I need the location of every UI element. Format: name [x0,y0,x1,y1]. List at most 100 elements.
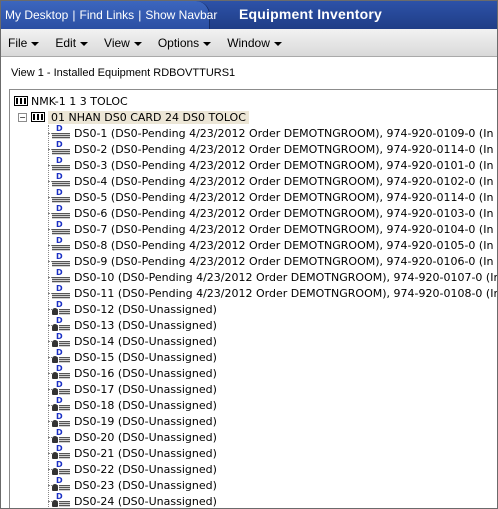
menu-options[interactable]: Options [157,35,212,50]
menu-file-label: File [8,35,28,50]
tree-channel-label: DS0-7 (DS0-Pending 4/23/2012 Order DEMOT… [74,222,498,236]
card-icon [31,112,45,122]
tree-channel-label: DS0-22 (DS0-Unassigned) [74,462,217,476]
tree-channel-label: DS0-3 (DS0-Pending 4/23/2012 Order DEMOT… [74,158,498,172]
ds0-unassigned-icon: D [52,460,70,476]
ds0-unassigned-icon: D [52,300,70,316]
chevron-down-icon [31,41,40,46]
ds0-pending-icon: D [52,236,70,252]
tree-channel-label: DS0-18 (DS0-Unassigned) [74,398,217,412]
ds0-pending-icon: D [52,188,70,204]
ds0-pending-icon: D [52,140,70,156]
ds0-unassigned-icon: D [52,348,70,364]
tree-channel-node[interactable]: D DS0-7 (DS0-Pending 4/23/2012 Order DEMO… [52,220,498,237]
nav-separator: | [72,8,76,22]
tree-channel-node[interactable]: D DS0-3 (DS0-Pending 4/23/2012 Order DEMO… [52,156,498,173]
tree-channel-node[interactable]: D DS0-17 (DS0-Unassigned) [52,380,217,397]
header-bar: My Desktop | Find Links | Show Navbar Eq… [1,1,497,29]
tree-channel-label: DS0-4 (DS0-Pending 4/23/2012 Order DEMOT… [74,174,498,188]
ds0-pending-icon: D [52,204,70,220]
ds0-pending-icon: D [52,268,70,284]
menu-window-label: Window [227,35,270,50]
chevron-down-icon [133,41,142,46]
ds0-unassigned-icon: D [52,332,70,348]
menu-edit-label: Edit [55,35,77,50]
menu-file[interactable]: File [8,35,40,50]
tree-channel-label: DS0-24 (DS0-Unassigned) [74,494,217,508]
tree-channel-node[interactable]: D DS0-19 (DS0-Unassigned) [52,412,217,429]
tree-card-label: 01 NHAN DS0 CARD 24 DS0 TOLOC [48,110,249,124]
chevron-down-icon [273,41,282,46]
tree-channel-node[interactable]: D DS0-9 (DS0-Pending 4/23/2012 Order DEMO… [52,252,498,269]
tree-channel-node[interactable]: D DS0-22 (DS0-Unassigned) [52,460,217,477]
tree-channel-label: DS0-1 (DS0-Pending 4/23/2012 Order DEMOT… [74,126,498,140]
tree-channel-label: DS0-21 (DS0-Unassigned) [74,446,217,460]
tree-channel-node[interactable]: D DS0-20 (DS0-Unassigned) [52,428,217,445]
tree-channel-label: DS0-11 (DS0-Pending 4/23/2012 Order DEMO… [74,286,497,300]
menu-view[interactable]: View [104,36,142,50]
menu-edit[interactable]: Edit [55,35,89,50]
tree-channel-label: DS0-2 (DS0-Pending 4/23/2012 Order DEMOT… [74,142,498,156]
nav-separator: | [138,8,142,22]
ds0-unassigned-icon: D [52,444,70,460]
tree-channel-node[interactable]: D DS0-1 (DS0-Pending 4/23/2012 Order DEMO… [52,124,498,141]
tree-channel-node[interactable]: D DS0-24 (DS0-Unassigned) [52,492,217,508]
tree-channel-node[interactable]: D DS0-12 (DS0-Unassigned) [52,300,217,317]
tree-root-label: NMK-1 1 3 TOLOC [31,94,128,108]
tree-channel-node[interactable]: D DS0-5 (DS0-Pending 4/23/2012 Order DEMO… [52,188,498,205]
tree-channel-node[interactable]: D DS0-2 (DS0-Pending 4/23/2012 Order DEMO… [52,140,498,157]
tree-line [48,125,49,508]
app-window: My Desktop | Find Links | Show Navbar Eq… [0,0,498,509]
ds0-pending-icon: D [52,220,70,236]
ds0-pending-icon: D [52,124,70,140]
app-title: Equipment Inventory [239,6,383,22]
tree-channel-label: DS0-6 (DS0-Pending 4/23/2012 Order DEMOT… [74,206,498,220]
menu-window[interactable]: Window [227,36,282,50]
show-navbar-link[interactable]: Show Navbar [145,8,217,22]
rack-icon [14,96,28,106]
tree-channel-label: DS0-14 (DS0-Unassigned) [74,334,217,348]
collapse-icon[interactable]: − [18,112,27,122]
tree-channel-node[interactable]: D DS0-18 (DS0-Unassigned) [52,396,217,413]
tree-channel-node[interactable]: D DS0-4 (DS0-Pending 4/23/2012 Order DEMO… [52,172,498,189]
tree-channel-node[interactable]: D DS0-6 (DS0-Pending 4/23/2012 Order DEMO… [52,204,498,221]
ds0-pending-icon: D [52,172,70,188]
equipment-tree: NMK-1 1 3 TOLOC − 01 NHAN DS0 CARD 24 DS… [9,89,498,508]
menu-options-label: Options [157,35,200,50]
ds0-unassigned-icon: D [52,396,70,412]
tree-channel-label: DS0-8 (DS0-Pending 4/23/2012 Order DEMOT… [74,238,498,252]
tree-channel-label: DS0-16 (DS0-Unassigned) [74,366,217,380]
tree-card-node[interactable]: − 01 NHAN DS0 CARD 24 DS0 TOLOC [18,109,249,125]
tree-channel-label: DS0-9 (DS0-Pending 4/23/2012 Order DEMOT… [74,254,498,268]
tree-channel-node[interactable]: D DS0-15 (DS0-Unassigned) [52,348,217,365]
tree-channel-label: DS0-10 (DS0-Pending 4/23/2012 Order DEMO… [74,270,497,284]
ds0-unassigned-icon: D [52,364,70,380]
tree-channel-label: DS0-5 (DS0-Pending 4/23/2012 Order DEMOT… [74,190,498,204]
nav-links: My Desktop | Find Links | Show Navbar [1,1,217,29]
find-links-link[interactable]: Find Links [79,8,134,22]
tree-channel-label: DS0-12 (DS0-Unassigned) [74,302,217,316]
tree-channel-node[interactable]: D DS0-23 (DS0-Unassigned) [52,476,217,493]
tree-channel-node[interactable]: D DS0-14 (DS0-Unassigned) [52,332,217,349]
ds0-unassigned-icon: D [52,412,70,428]
tree-channel-node[interactable]: D DS0-16 (DS0-Unassigned) [52,364,217,381]
tree-channel-label: DS0-20 (DS0-Unassigned) [74,430,217,444]
ds0-pending-icon: D [52,156,70,172]
tree-channel-node[interactable]: D DS0-13 (DS0-Unassigned) [52,316,217,333]
tree-channel-node[interactable]: D DS0-8 (DS0-Pending 4/23/2012 Order DEMO… [52,236,498,253]
ds0-pending-icon: D [52,284,70,300]
tree-channel-label: DS0-23 (DS0-Unassigned) [74,478,217,492]
ds0-unassigned-icon: D [52,316,70,332]
ds0-unassigned-icon: D [52,380,70,396]
chevron-down-icon [203,41,212,46]
tree-channel-label: DS0-19 (DS0-Unassigned) [74,414,217,428]
tree-root-node[interactable]: NMK-1 1 3 TOLOC [14,93,128,109]
ds0-unassigned-icon: D [52,428,70,444]
tree-channel-label: DS0-13 (DS0-Unassigned) [74,318,217,332]
tree-channel-node[interactable]: D DS0-21 (DS0-Unassigned) [52,444,217,461]
my-desktop-link[interactable]: My Desktop [5,8,68,22]
chevron-down-icon [80,41,89,46]
tree-channel-node[interactable]: D DS0-10 (DS0-Pending 4/23/2012 Order DEM… [52,268,497,285]
tree-channel-label: DS0-15 (DS0-Unassigned) [74,350,217,364]
tree-channel-node[interactable]: D DS0-11 (DS0-Pending 4/23/2012 Order DEM… [52,284,497,301]
